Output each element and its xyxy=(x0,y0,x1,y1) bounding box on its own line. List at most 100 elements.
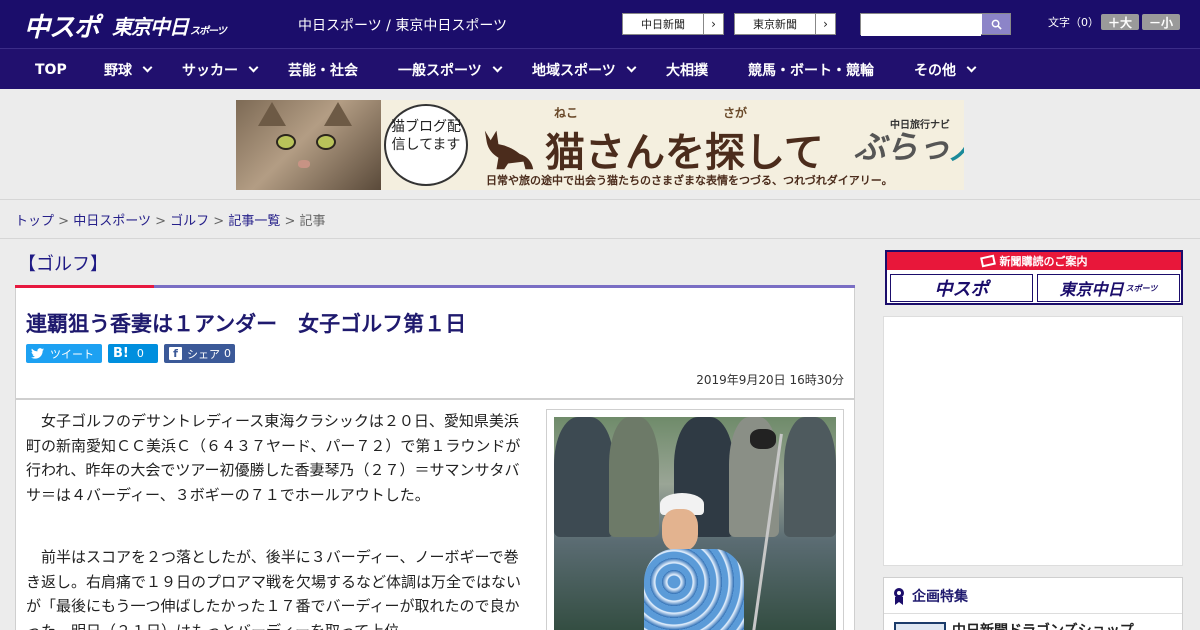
facebook-share-button[interactable]: f シェア 0 xyxy=(164,344,235,363)
nav-label: 競馬・ボート・競輪 xyxy=(748,62,874,79)
chunichi-link-button[interactable]: 中日新聞 › xyxy=(622,13,724,35)
subscribe-chuspo-button[interactable]: 中スポ xyxy=(890,274,1033,302)
dragons-shop-link[interactable]: 中日新聞ドラゴンズショップ xyxy=(952,620,1134,630)
feature-title: 企画特集 xyxy=(912,588,968,605)
chevron-right-icon: › xyxy=(815,14,835,34)
breadcrumb-separator: > xyxy=(284,214,296,229)
ribbon-icon xyxy=(894,587,904,605)
cat-blog-banner[interactable]: 猫ブログ配信してます 猫さんを探して ねこ さが 日常や旅の途中で出会う猫たちの… xyxy=(236,100,964,190)
speech-bubble: 猫ブログ配信してます xyxy=(384,104,468,186)
tweet-button[interactable]: ツイート xyxy=(26,344,102,363)
subscribe-tokyo-button[interactable]: 東京中日 スポーツ xyxy=(1037,274,1180,302)
nav-label: 大相撲 xyxy=(666,62,708,79)
tokyo-logo-text: 東京中日 xyxy=(112,15,189,39)
breadcrumb: トップ > 中日スポーツ > ゴルフ > 記事一覧 > 記事 xyxy=(15,210,326,229)
banner-ruby-neko: ねこ xyxy=(554,106,579,120)
nav-item-soccer[interactable]: サッカー xyxy=(182,49,259,90)
burabito-logo: 中日旅行ナビ ぶらっ人 xyxy=(854,120,964,168)
golfer-photo xyxy=(554,417,836,630)
breadcrumb-current: 記事 xyxy=(299,214,326,229)
cat-silhouette-icon xyxy=(484,130,534,170)
article-paragraph: 前半はスコアを２つ落としたが、後半に３バーディー、ノーボギーで巻き返し。右肩痛で… xyxy=(26,548,522,630)
article-title: 連覇狙う香妻は１アンダー 女子ゴルフ第１日 xyxy=(26,312,467,336)
subscription-title: 新聞購読のご案内 xyxy=(887,252,1181,270)
nav-item-entertainment[interactable]: 芸能・社会 xyxy=(288,49,358,90)
banner-navi-label: 中日旅行ナビ xyxy=(890,120,950,131)
subscribe-tokyo-small: スポーツ xyxy=(1125,283,1158,293)
tokyo-logo-small: スポーツ xyxy=(190,26,227,37)
facebook-share-count: 0 xyxy=(224,347,231,360)
facebook-share-label: シェア xyxy=(187,347,220,361)
breadcrumb-top[interactable]: トップ xyxy=(15,214,54,229)
nav-item-baseball[interactable]: 野球 xyxy=(104,49,153,90)
search-box xyxy=(860,13,1011,36)
banner-subtitle: 日常や旅の途中で出会う猫たちのさまざまな表情をつづる、つれづれダイアリー。 xyxy=(486,174,893,187)
banner-brand-accent: 人 xyxy=(950,128,964,166)
breadcrumb-golf[interactable]: ゴルフ xyxy=(170,214,209,229)
nav-item-general-sports[interactable]: 一般スポーツ xyxy=(398,49,503,90)
hatena-icon: B! xyxy=(113,346,129,361)
feature-box: 企画特集 中日新聞ドラゴンズショップ xyxy=(883,577,1183,630)
breadcrumb-chunichi-sports[interactable]: 中日スポーツ xyxy=(73,214,151,229)
chunichi-link-label: 中日新聞 xyxy=(641,18,685,31)
search-input[interactable] xyxy=(861,15,981,36)
breadcrumb-article-list[interactable]: 記事一覧 xyxy=(228,214,280,229)
nav-label: その他 xyxy=(914,62,956,79)
tokyo-link-label: 東京新聞 xyxy=(753,18,797,31)
nav-label: 野球 xyxy=(104,62,132,79)
article-photo-frame[interactable] xyxy=(546,409,844,630)
nav-label: 芸能・社会 xyxy=(288,62,358,79)
subscription-title-label: 新聞購読のご案内 xyxy=(999,255,1088,268)
main-nav: TOP 野球 サッカー 芸能・社会 一般スポーツ 地域スポーツ 大相撲 競馬・ボ… xyxy=(0,48,1200,89)
breadcrumb-separator: > xyxy=(213,214,225,229)
font-larger-button[interactable]: ＋大 xyxy=(1101,14,1139,30)
divider xyxy=(0,199,1200,200)
banner-ruby-saga: さが xyxy=(723,106,748,120)
search-button[interactable] xyxy=(982,14,1010,34)
nav-item-racing[interactable]: 競馬・ボート・競輪 xyxy=(748,49,874,90)
nav-item-top[interactable]: TOP xyxy=(35,49,67,90)
banner-title-group: 猫さんを探して xyxy=(481,120,824,178)
sidebar-ad-slot xyxy=(883,316,1183,566)
chuspo-logo[interactable]: 中スポ xyxy=(24,7,100,44)
tweet-label: ツイート xyxy=(50,347,94,361)
nav-item-regional-sports[interactable]: 地域スポーツ xyxy=(532,49,637,90)
brand-title: 中日スポーツ / 東京中日スポーツ xyxy=(298,18,508,34)
article-paragraph: 女子ゴルフのデサントレディース東海クラシックは２０日、愛知県美浜町の新南愛知ＣＣ… xyxy=(26,412,521,504)
nav-label: TOP xyxy=(35,61,67,78)
dragons-shop-thumbnail[interactable] xyxy=(894,622,946,630)
font-smaller-button[interactable]: －小 xyxy=(1142,14,1180,30)
divider xyxy=(0,238,1200,239)
hatena-count: 0 xyxy=(136,347,144,360)
site-header: 中スポ 東京中日 スポーツ 中日スポーツ / 東京中日スポーツ 中日新聞 › 東京新… xyxy=(0,0,1200,48)
chevron-down-icon xyxy=(248,62,259,73)
newspaper-icon xyxy=(979,254,996,268)
breadcrumb-separator: > xyxy=(58,214,70,229)
font-size-label: 文字（0） xyxy=(1048,16,1099,29)
feature-heading: 企画特集 xyxy=(884,578,1182,614)
nav-item-sumo[interactable]: 大相撲 xyxy=(666,49,708,90)
tokyo-link-button[interactable]: 東京新聞 › xyxy=(734,13,836,35)
article-header: 連覇狙う香妻は１アンダー 女子ゴルフ第１日 ツイート B! 0 f シェア 0 … xyxy=(15,288,855,399)
search-icon xyxy=(991,19,1002,30)
banner-brand: ぶらっ xyxy=(854,128,951,166)
nav-label: 地域スポーツ xyxy=(532,62,616,79)
chevron-right-icon: › xyxy=(703,14,723,34)
chevron-down-icon xyxy=(492,62,503,73)
banner-title: 猫さんを探して xyxy=(545,130,824,176)
nav-label: 一般スポーツ xyxy=(398,62,482,79)
article-date: 2019年9月20日 16時30分 xyxy=(696,373,844,387)
tokyo-chunichi-logo[interactable]: 東京中日 スポーツ xyxy=(112,11,227,40)
nav-item-other[interactable]: その他 xyxy=(914,49,977,90)
breadcrumb-separator: > xyxy=(155,214,166,229)
twitter-icon xyxy=(31,348,44,359)
category-heading: 【ゴルフ】 xyxy=(18,254,108,275)
article-body: 女子ゴルフのデサントレディース東海クラシックは２０日、愛知県美浜町の新南愛知ＣＣ… xyxy=(15,399,855,630)
subscription-ad[interactable]: 新聞購読のご案内 中スポ 東京中日 スポーツ xyxy=(885,250,1183,305)
facebook-icon: f xyxy=(169,347,182,360)
chevron-down-icon xyxy=(966,62,977,73)
nav-label: サッカー xyxy=(182,62,238,79)
chevron-down-icon xyxy=(626,62,637,73)
hatena-button[interactable]: B! 0 xyxy=(108,344,158,363)
subscribe-tokyo-label: 東京中日 xyxy=(1059,280,1124,299)
